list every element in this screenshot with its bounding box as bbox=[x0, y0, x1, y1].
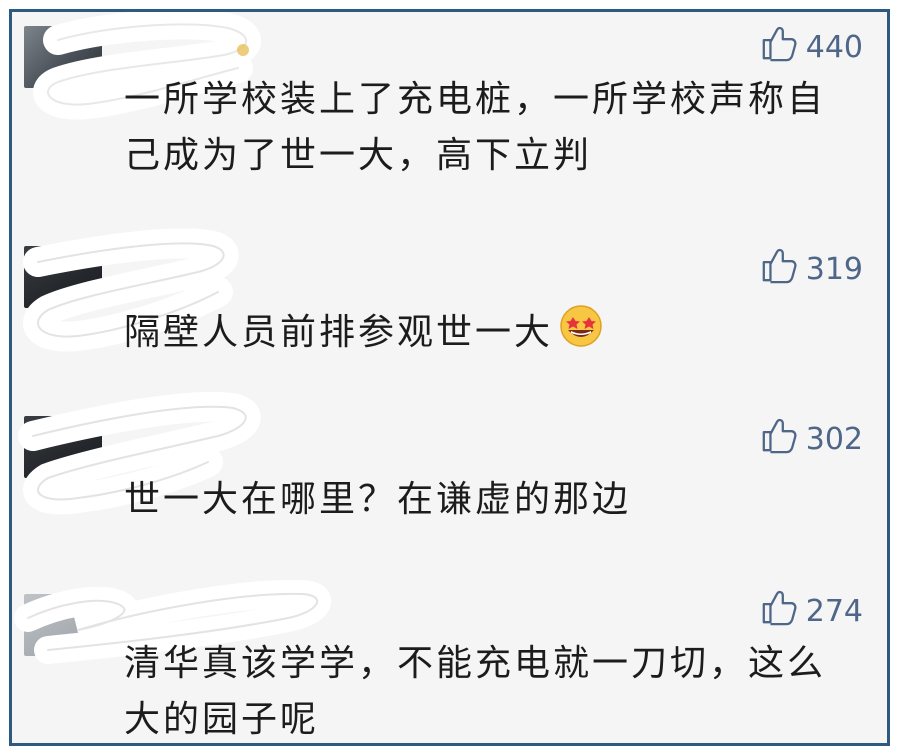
like-button[interactable]: 319 bbox=[760, 246, 863, 292]
like-button[interactable]: 274 bbox=[760, 588, 863, 634]
comment-text: 清华真该学学，不能充电就一刀切，这么大的园子呢 bbox=[124, 643, 827, 740]
comment-item: 440 一所学校装上了充电桩，一所学校声称自己成为了世一大，高下立判 bbox=[12, 12, 887, 212]
comment-item: D 274 清华真该学学，不能充电就一刀切，这么大的园子呢 bbox=[12, 574, 887, 743]
like-button[interactable]: 302 bbox=[760, 416, 863, 462]
star-struck-emoji-icon bbox=[559, 304, 603, 365]
comment-text-content: 隔壁人员前排参观世一大 bbox=[124, 312, 554, 353]
like-count: 319 bbox=[805, 251, 863, 287]
thumbs-up-icon bbox=[760, 588, 798, 634]
comment-text: 隔壁人员前排参观世一大 bbox=[124, 304, 844, 365]
like-count: 302 bbox=[805, 421, 863, 457]
like-count: 440 bbox=[805, 29, 863, 65]
comment-list: 440 一所学校装上了充电桩，一所学校声称自己成为了世一大，高下立判 319 隔… bbox=[9, 9, 890, 746]
like-button[interactable]: 440 bbox=[760, 24, 863, 70]
comment-text: 世一大在哪里？在谦虚的那边 bbox=[124, 479, 632, 520]
comment-item: 319 隔壁人员前排参观世一大 bbox=[12, 228, 887, 382]
comment-item: 物 302 世一大在哪里？在谦虚的那边 bbox=[12, 391, 887, 562]
thumbs-up-icon bbox=[760, 246, 798, 292]
like-count: 274 bbox=[805, 593, 863, 629]
comment-text: 一所学校装上了充电桩，一所学校声称自己成为了世一大，高下立判 bbox=[124, 79, 827, 176]
thumbs-up-icon bbox=[760, 24, 798, 70]
thumbs-up-icon bbox=[760, 416, 798, 462]
